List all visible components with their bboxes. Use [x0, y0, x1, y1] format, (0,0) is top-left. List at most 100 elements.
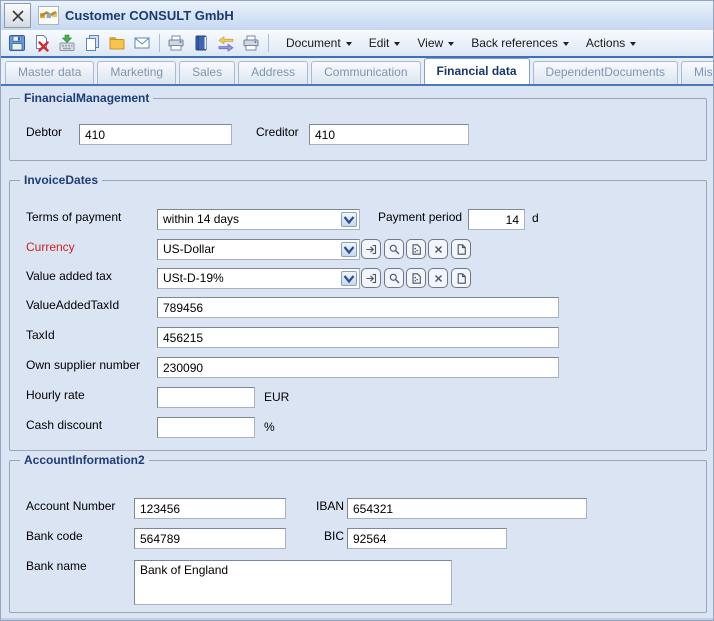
financial-data-panel: FinancialManagement Debtor Creditor Invo… — [1, 86, 713, 620]
folder-icon — [108, 34, 126, 52]
copy-from-icon — [410, 272, 423, 285]
tax-id-input[interactable] — [157, 327, 559, 348]
toolbar-separator — [268, 34, 269, 52]
tab-dependent-documents[interactable]: DependentDocuments — [533, 61, 678, 84]
bank-name-label: Bank name — [26, 559, 87, 573]
menu-back-references[interactable]: Back references — [467, 34, 573, 52]
currency-clear-button[interactable] — [428, 239, 448, 259]
terms-of-payment-combobox[interactable]: within 14 days — [157, 209, 360, 230]
debtor-input[interactable] — [79, 124, 232, 145]
print-icon — [167, 34, 185, 52]
value-added-tax-id-input[interactable] — [157, 297, 559, 318]
tax-id-label: TaxId — [26, 328, 55, 342]
combo-dropdown-button[interactable] — [341, 242, 357, 257]
search-icon — [388, 272, 401, 285]
menu-view[interactable]: View — [413, 34, 458, 52]
hourly-rate-input[interactable] — [157, 387, 255, 408]
chevron-down-icon — [563, 42, 569, 46]
print-alt-button[interactable] — [239, 32, 262, 54]
account-information-group: AccountInformation2 Account Number IBAN … — [9, 460, 707, 613]
titlebar: Customer CONSULT GmbH — [1, 1, 713, 30]
close-button[interactable] — [4, 3, 31, 28]
vat-search-button[interactable] — [384, 268, 404, 288]
delete-document-icon — [33, 34, 51, 52]
account-number-input[interactable] — [134, 498, 286, 519]
combo-dropdown-button[interactable] — [341, 271, 357, 286]
chevron-down-icon — [346, 42, 352, 46]
tab-marketing[interactable]: Marketing — [97, 61, 176, 84]
bank-code-label: Bank code — [26, 529, 83, 543]
bic-input[interactable] — [347, 528, 507, 549]
invoice-dates-legend: InvoiceDates — [20, 173, 102, 187]
tab-address[interactable]: Address — [238, 61, 308, 84]
keyboard-import-icon — [58, 34, 76, 52]
bank-name-textarea[interactable]: Bank of England — [134, 560, 452, 605]
tab-communication[interactable]: Communication — [311, 61, 420, 84]
tab-misc[interactable]: Misc — [681, 61, 714, 84]
customer-window: Customer CONSULT GmbH — [0, 0, 714, 621]
bank-code-input[interactable] — [134, 528, 286, 549]
own-supplier-number-input[interactable] — [157, 357, 559, 378]
copy-from-icon — [410, 243, 423, 256]
open-folder-button[interactable] — [105, 32, 128, 54]
menu-document-label: Document — [286, 36, 341, 50]
hourly-rate-unit: EUR — [264, 390, 289, 404]
save-button[interactable] — [5, 32, 28, 54]
delete-button[interactable] — [30, 32, 53, 54]
keyboard-import-button[interactable] — [55, 32, 78, 54]
window-title: Customer CONSULT GmbH — [65, 8, 234, 23]
print-button[interactable] — [164, 32, 187, 54]
currency-open-button[interactable] — [361, 239, 381, 259]
terms-of-payment-value: within 14 days — [163, 212, 239, 226]
menu-document[interactable]: Document — [282, 34, 356, 52]
menu-back-references-label: Back references — [471, 36, 558, 50]
hourly-rate-label: Hourly rate — [26, 388, 85, 402]
invoice-dates-group: InvoiceDates Terms of payment within 14 … — [9, 180, 707, 451]
payment-period-input[interactable] — [468, 209, 525, 230]
vat-open-button[interactable] — [361, 268, 381, 288]
creditor-input[interactable] — [309, 124, 469, 145]
chevron-down-icon — [394, 42, 400, 46]
tab-financial-data[interactable]: Financial data — [424, 58, 530, 84]
chevron-down-icon — [343, 215, 355, 225]
currency-new-button[interactable] — [451, 239, 471, 259]
notebook-button[interactable] — [189, 32, 212, 54]
tab-sales[interactable]: Sales — [179, 61, 235, 84]
open-reference-icon — [365, 243, 378, 256]
financial-management-legend: FinancialManagement — [20, 91, 153, 105]
currency-copy-from-button[interactable] — [406, 239, 426, 259]
value-added-tax-combobox[interactable]: USt-D-19% — [157, 268, 360, 289]
currency-search-button[interactable] — [384, 239, 404, 259]
combo-dropdown-button[interactable] — [341, 212, 357, 227]
debtor-label: Debtor — [26, 125, 62, 139]
copy-icon — [83, 34, 101, 52]
menu-edit[interactable]: Edit — [365, 34, 405, 52]
own-supplier-number-label: Own supplier number — [26, 358, 140, 372]
mail-button[interactable] — [130, 32, 153, 54]
menu-view-label: View — [417, 36, 443, 50]
print-alt-icon — [242, 34, 260, 52]
tab-master-data[interactable]: Master data — [5, 61, 94, 84]
financial-management-group: FinancialManagement Debtor Creditor — [9, 98, 707, 161]
copy-button[interactable] — [80, 32, 103, 54]
notebook-icon — [192, 34, 210, 52]
currency-combobox[interactable]: US-Dollar — [157, 239, 360, 260]
save-icon — [8, 34, 26, 52]
chevron-down-icon — [343, 245, 355, 255]
swap-arrows-icon — [217, 34, 235, 52]
new-document-icon — [455, 243, 468, 256]
new-document-icon — [455, 272, 468, 285]
swap-arrows-button[interactable] — [214, 32, 237, 54]
iban-label: IBAN — [306, 499, 344, 513]
cash-discount-input[interactable] — [157, 417, 255, 438]
iban-input[interactable] — [347, 498, 587, 519]
menu-edit-label: Edit — [369, 36, 390, 50]
vat-new-button[interactable] — [451, 268, 471, 288]
vat-copy-from-button[interactable] — [406, 268, 426, 288]
cash-discount-unit: % — [264, 420, 275, 434]
menu-actions-label: Actions — [586, 36, 625, 50]
vat-clear-button[interactable] — [428, 268, 448, 288]
payment-period-unit: d — [532, 211, 539, 225]
menu-actions[interactable]: Actions — [582, 34, 640, 52]
chevron-down-icon — [448, 42, 454, 46]
